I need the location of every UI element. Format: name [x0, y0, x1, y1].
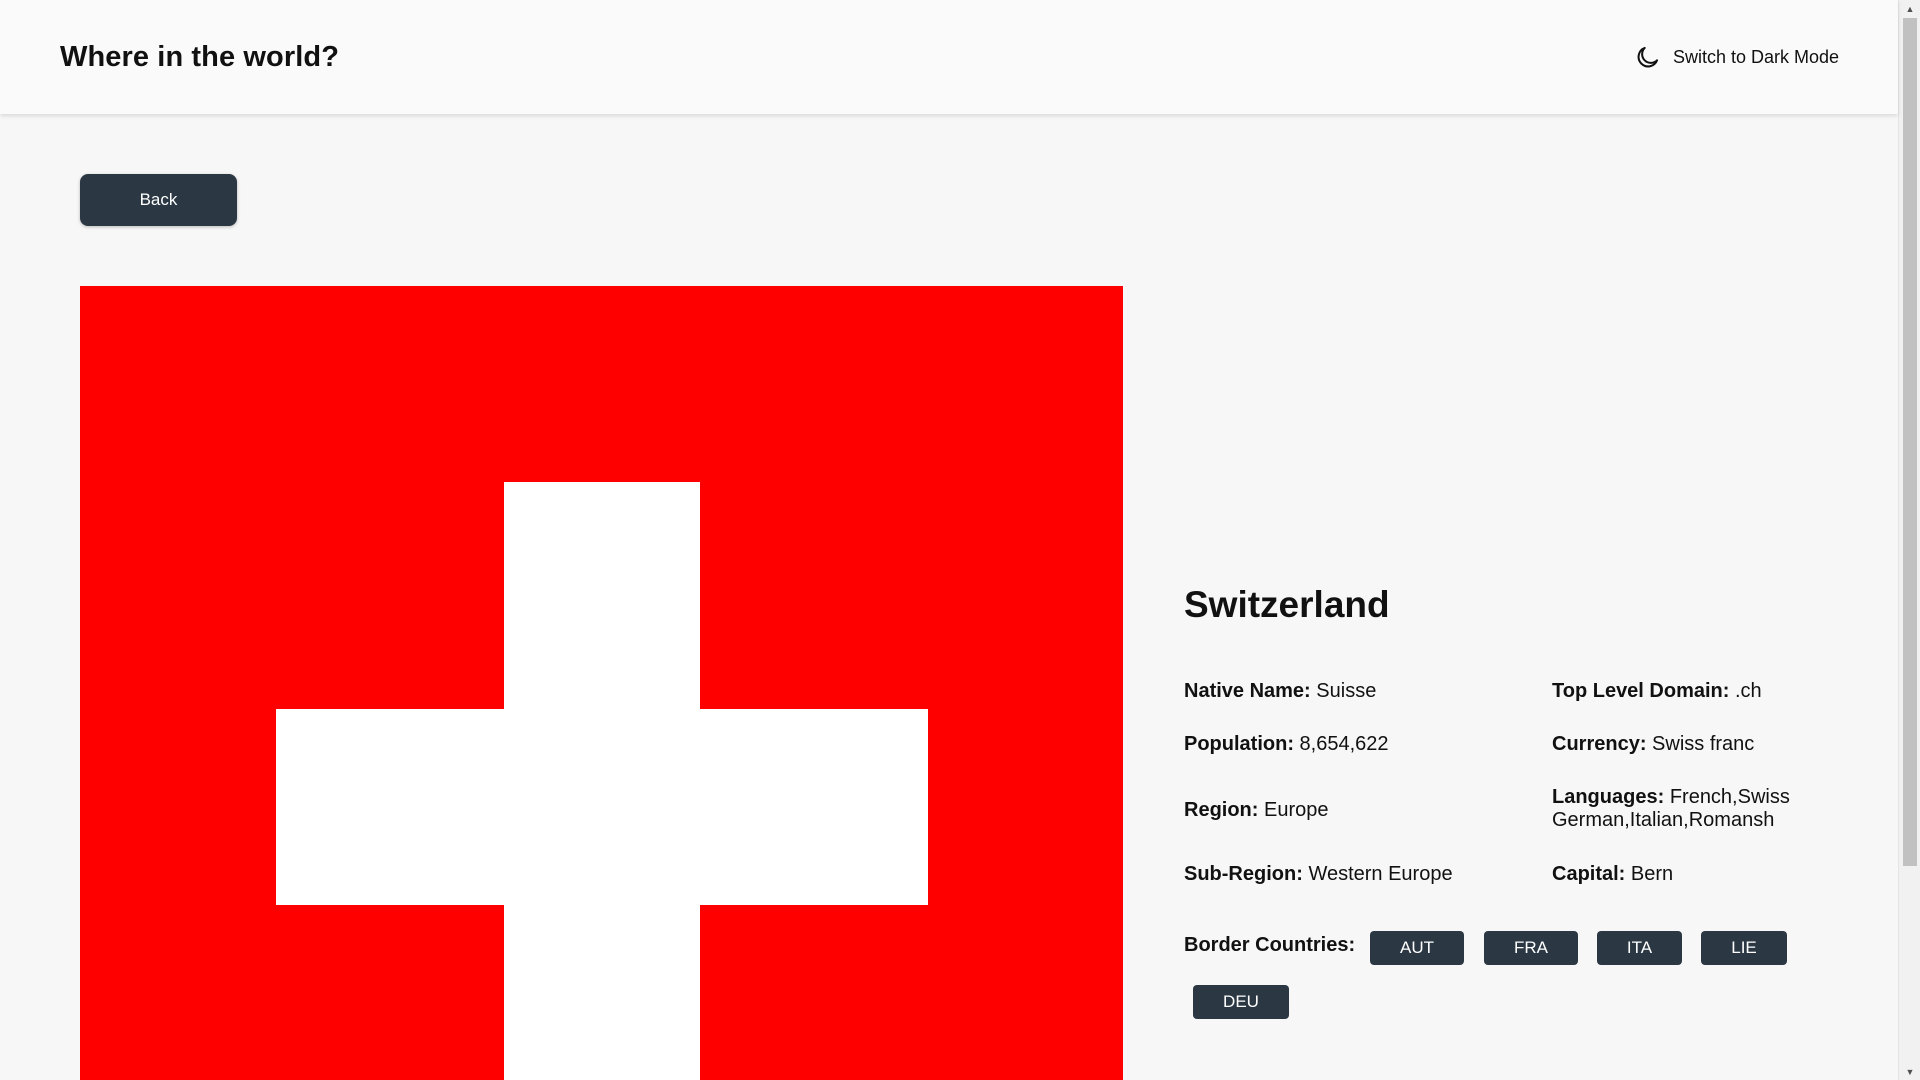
border-country-button[interactable]: AUT	[1370, 931, 1464, 965]
dark-mode-toggle-label: Switch to Dark Mode	[1672, 46, 1839, 67]
currency-field: Currency: Swiss franc	[1552, 733, 1822, 756]
currency-value: Swiss franc	[1652, 733, 1755, 755]
moon-icon	[1634, 44, 1661, 71]
region-field: Region: Europe	[1184, 799, 1524, 822]
sub-region-value: Western Europe	[1308, 863, 1453, 885]
native-name-field: Native Name: Suisse	[1184, 680, 1524, 703]
languages-field: Languages: French,Swiss German,Italian,R…	[1552, 786, 1822, 832]
languages-label: Languages:	[1552, 786, 1665, 808]
flag-cross-horizontal	[276, 709, 928, 905]
native-name-value: Suisse	[1316, 680, 1377, 702]
top-level-domain-field: Top Level Domain: .ch	[1552, 680, 1822, 703]
swiss-flag-image	[80, 286, 1123, 1080]
currency-label: Currency:	[1552, 733, 1647, 755]
scrollbar-thumb[interactable]	[1903, 18, 1917, 866]
capital-field: Capital: Bern	[1552, 863, 1822, 886]
scroll-down-arrow-icon[interactable]: ▼	[1899, 1063, 1920, 1080]
border-country-button[interactable]: ITA	[1597, 931, 1682, 965]
region-value: Europe	[1264, 799, 1329, 821]
capital-value: Bern	[1630, 863, 1674, 885]
population-label: Population:	[1184, 733, 1294, 755]
region-label: Region:	[1184, 799, 1259, 821]
border-country-button[interactable]: FRA	[1484, 931, 1578, 965]
back-button[interactable]: Back	[80, 174, 237, 226]
border-country-button[interactable]: DEU	[1193, 985, 1289, 1019]
top-level-domain-value: .ch	[1734, 680, 1762, 702]
border-country-button[interactable]: LIE	[1701, 931, 1787, 965]
site-header: Where in the world? Switch to Dark Mode	[0, 0, 1898, 114]
country-name: Switzerland	[1184, 584, 1390, 625]
native-name-label: Native Name:	[1184, 680, 1311, 702]
app-viewport: Where in the world? Switch to Dark Mode …	[0, 0, 1920, 1080]
population-value: 8,654,622	[1299, 733, 1389, 755]
country-flag	[80, 286, 1123, 1080]
border-countries-label: Border Countries:	[1184, 934, 1356, 956]
top-level-domain-label: Top Level Domain:	[1552, 680, 1730, 702]
vertical-scrollbar[interactable]: ▲ ▼	[1898, 0, 1920, 1080]
population-field: Population: 8,654,622	[1184, 733, 1524, 756]
scroll-up-arrow-icon[interactable]: ▲	[1899, 0, 1920, 17]
sub-region-field: Sub-Region: Western Europe	[1184, 863, 1524, 886]
site-title: Where in the world?	[60, 40, 340, 73]
capital-label: Capital:	[1552, 863, 1626, 885]
dark-mode-toggle[interactable]: Switch to Dark Mode	[1634, 44, 1839, 71]
sub-region-label: Sub-Region:	[1184, 863, 1303, 885]
